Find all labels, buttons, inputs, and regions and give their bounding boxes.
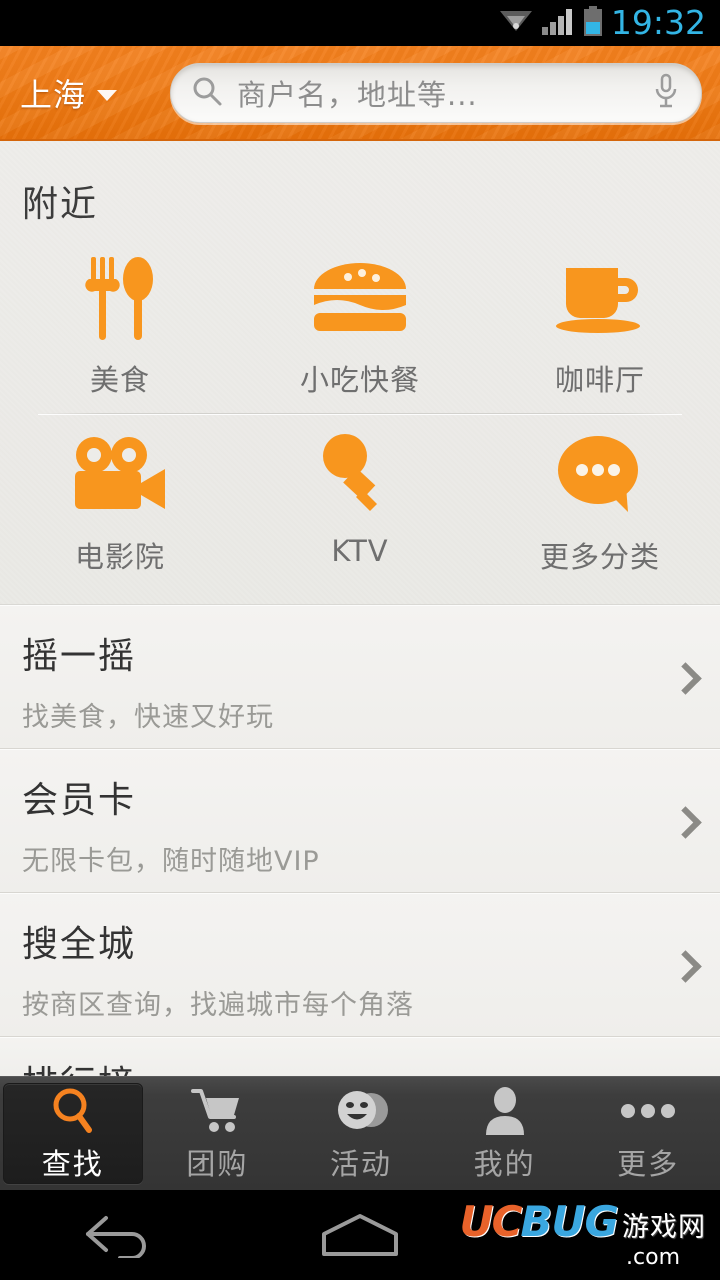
list-item-title: 会员卡 [22, 780, 137, 821]
category-label: 电影院 [74, 540, 165, 574]
speech-bubble-dots-icon [554, 428, 646, 522]
list-item-subtitle: 找美食，快速又好玩 [22, 702, 274, 733]
tab-wode[interactable]: 我的 [436, 1083, 574, 1184]
chevron-right-icon [674, 667, 694, 687]
category-label: 咖啡厅 [554, 363, 645, 397]
list-item-title: 搜全城 [22, 924, 137, 965]
home-icon[interactable] [240, 1212, 480, 1258]
tab-label: 我的 [473, 1146, 536, 1181]
category-label: 美食 [89, 363, 150, 397]
person-icon [484, 1085, 526, 1137]
microphone-icon [319, 428, 401, 522]
chevron-right-icon [674, 955, 694, 975]
watermark-uc: UC [459, 1197, 522, 1246]
tab-huodong[interactable]: 活动 [292, 1083, 430, 1184]
nearby-title: 附近 [22, 184, 99, 225]
list-item[interactable]: 搜全城 按商区查询，找遍城市每个角落 [0, 893, 720, 1037]
list-item-title: 摇一摇 [22, 636, 137, 677]
list-item-subtitle: 无限卡包，随时随地VIP [22, 846, 320, 877]
list-item[interactable]: 摇一摇 找美食，快速又好玩 [0, 605, 720, 749]
tab-tuangou[interactable]: 团购 [149, 1083, 287, 1184]
nearby-panel: 附近 美食 小吃快餐 咖啡厅 电影院 KTV 更多分类 [0, 141, 720, 605]
watermark-cn: 游戏网 [622, 1212, 706, 1243]
phone-screen: 19:32 上海 商户名，地址等... 附近 美食 小吃快餐 咖啡厅 电影院 K… [0, 0, 720, 1280]
watermark-bug: BUG [520, 1197, 619, 1246]
category-item-xiaochikuaican[interactable]: 小吃快餐 [240, 237, 480, 405]
chevron-right-icon [674, 811, 694, 831]
tab-label: 团购 [186, 1146, 249, 1181]
tab-gengduo[interactable]: 更多 [579, 1083, 717, 1184]
tab-label: 更多 [617, 1146, 680, 1181]
category-row-2: 电影院 KTV 更多分类 [0, 414, 720, 582]
watermark-com: .com [626, 1245, 680, 1270]
bottom-tab-bar: 查找 团购 活动 我的 更多 [0, 1076, 720, 1190]
list-item[interactable]: 排行榜 [0, 1037, 720, 1076]
tab-label: 活动 [329, 1146, 392, 1181]
android-nav-bar: UC BUG 游戏网 .com [0, 1190, 720, 1280]
wifi-icon [499, 7, 533, 39]
category-item-gengduofenlei[interactable]: 更多分类 [480, 414, 720, 582]
shopping-cart-icon [191, 1085, 243, 1137]
search-icon [191, 75, 223, 111]
status-bar: 19:32 [0, 0, 720, 46]
magnifier-icon [49, 1085, 97, 1137]
back-arrow-icon[interactable] [0, 1212, 240, 1258]
fork-spoon-icon [77, 251, 163, 345]
tab-chazhao[interactable]: 查找 [3, 1083, 143, 1184]
category-item-kafeiting[interactable]: 咖啡厅 [480, 237, 720, 405]
city-selector[interactable]: 上海 [0, 70, 168, 116]
category-label: 小吃快餐 [299, 363, 420, 397]
category-item-ktv[interactable]: KTV [240, 414, 480, 582]
signal-icon [541, 7, 574, 39]
list-item-title: 排行榜 [22, 1055, 650, 1076]
status-icons [499, 6, 603, 40]
category-item-meishi[interactable]: 美食 [0, 237, 240, 405]
watermark-row: UC BUG 游戏网 [459, 1201, 706, 1243]
microphone-icon[interactable] [653, 73, 679, 113]
burger-icon [310, 251, 410, 345]
ucbug-watermark: UC BUG 游戏网 .com [459, 1201, 706, 1269]
search-placeholder-text: 商户名，地址等... [237, 77, 478, 112]
city-name: 上海 [20, 75, 87, 114]
masks-icon [333, 1085, 389, 1137]
category-item-dianyingyuan[interactable]: 电影院 [0, 414, 240, 582]
search-input[interactable]: 商户名，地址等... [170, 62, 702, 123]
tab-label: 查找 [41, 1146, 104, 1181]
battery-icon [583, 6, 603, 40]
main-content: 附近 美食 小吃快餐 咖啡厅 电影院 KTV 更多分类 摇一摇 找美食，快速又好… [0, 141, 720, 1076]
coffee-cup-icon [552, 251, 648, 345]
list-item[interactable]: 会员卡 无限卡包，随时随地VIP [0, 749, 720, 893]
ellipsis-icon [620, 1085, 676, 1137]
app-header: 上海 商户名，地址等... [0, 46, 720, 141]
category-row-1: 美食 小吃快餐 咖啡厅 [0, 237, 720, 405]
category-label: 更多分类 [539, 540, 660, 574]
chevron-down-icon [97, 90, 118, 101]
category-label: KTV [331, 534, 389, 568]
status-clock: 19:32 [610, 2, 706, 42]
list-item-subtitle: 按商区查询，找遍城市每个角落 [22, 990, 414, 1021]
movie-camera-icon [69, 428, 171, 522]
